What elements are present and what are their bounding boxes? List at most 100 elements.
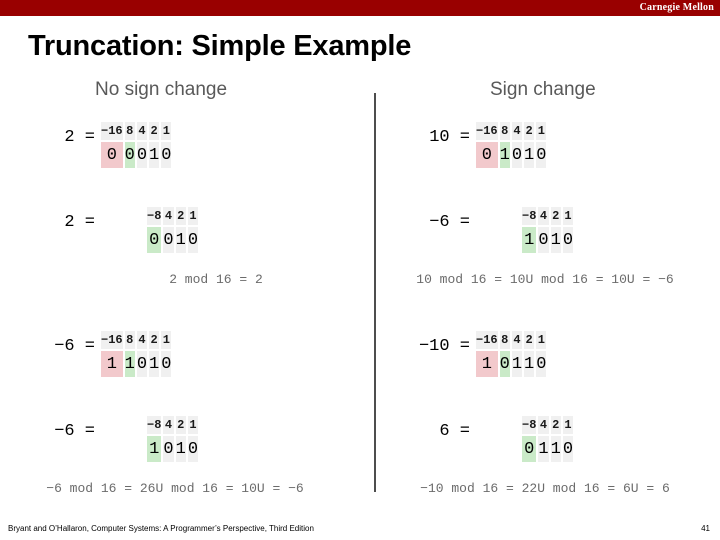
bit-table-wide: −16 8 4 2 1 1 1 0 1 0 [99, 329, 173, 379]
bit-cell: 0 [562, 227, 574, 253]
bit-table-narrow: −8 4 2 1 0 1 1 0 [520, 414, 575, 464]
column-heading-no-sign-change: No sign change [95, 79, 228, 100]
bit-cell: 1 [124, 351, 135, 377]
truncation-table-wide: −16 8 4 2 1 1 1 0 1 0 [99, 329, 173, 379]
bit-table-wide: −16 8 4 2 1 1 0 1 1 0 [474, 329, 548, 379]
weight-cell: 8 [499, 331, 510, 349]
truncation-table-wide: −16 8 4 2 1 1 0 1 1 0 [474, 329, 548, 379]
bit-cell: 1 [550, 227, 561, 253]
table-row-weights: −16 8 4 2 1 [476, 331, 547, 349]
bit-cell: 1 [175, 436, 186, 462]
weight-cell: 8 [499, 122, 510, 140]
bit-cell: 0 [522, 436, 537, 462]
table-row-weights: −8 4 2 1 [522, 416, 574, 434]
table-row-weights: −16 8 4 2 1 [476, 122, 547, 140]
weight-cell: 1 [161, 122, 172, 140]
bit-cell: 0 [187, 227, 199, 253]
bit-cell: 1 [476, 351, 498, 377]
weight-cell: 1 [562, 207, 574, 225]
table-row-weights: −16 8 4 2 1 [101, 122, 172, 140]
table-row-bits: 1 0 1 0 [522, 227, 574, 253]
bit-table-narrow: −8 4 2 1 1 0 1 0 [145, 414, 200, 464]
bit-cell: 1 [175, 227, 186, 253]
row-label-narrow: 2 = [64, 213, 95, 232]
bit-table-narrow: −8 4 2 1 0 0 1 0 [145, 205, 200, 255]
truncation-table-narrow: −8 4 2 1 1 0 1 0 [145, 414, 200, 464]
bit-cell: 1 [522, 227, 537, 253]
weight-cell: −16 [476, 331, 498, 349]
table-row-bits: 1 0 1 1 0 [476, 351, 547, 377]
weight-cell: 8 [124, 122, 135, 140]
weight-cell: 2 [550, 207, 561, 225]
bit-cell: 0 [562, 436, 574, 462]
bit-cell: 1 [149, 142, 160, 168]
row-label-wide: 10 = [429, 128, 470, 147]
bit-table-wide: −16 8 4 2 1 0 1 0 1 0 [474, 120, 548, 170]
bit-cell: 0 [101, 142, 123, 168]
mod-caption: −6 mod 16 = 26U mod 16 = 10U = −6 [46, 481, 304, 496]
table-row-weights: −8 4 2 1 [147, 416, 199, 434]
table-row-bits: 1 1 0 1 0 [101, 351, 172, 377]
truncation-table-narrow: −8 4 2 1 1 0 1 0 [520, 205, 575, 255]
footer-page-number: 41 [701, 524, 710, 533]
table-row-bits: 0 1 1 0 [522, 436, 574, 462]
bit-cell: 0 [187, 436, 199, 462]
bit-cell: 1 [524, 142, 535, 168]
weight-cell: 2 [524, 331, 535, 349]
weight-cell: −8 [522, 416, 537, 434]
bit-cell: 1 [524, 351, 535, 377]
bit-cell: 1 [511, 351, 523, 377]
weight-cell: 1 [562, 416, 574, 434]
weight-cell: −8 [522, 207, 537, 225]
mod-caption: 10 mod 16 = 10U mod 16 = 10U = −6 [416, 272, 674, 287]
bit-table-wide: −16 8 4 2 1 0 0 0 1 0 [99, 120, 173, 170]
weight-cell: −8 [147, 207, 162, 225]
weight-cell: 4 [163, 207, 174, 225]
bit-cell: 1 [101, 351, 123, 377]
weight-cell: 1 [187, 416, 199, 434]
table-row-bits: 1 0 1 0 [147, 436, 199, 462]
bit-cell: 1 [149, 351, 160, 377]
table-row-bits: 0 1 0 1 0 [476, 142, 547, 168]
bit-cell: 0 [538, 227, 549, 253]
bit-cell: 0 [536, 351, 547, 377]
bit-cell: 0 [499, 351, 510, 377]
weight-cell: 1 [536, 331, 547, 349]
row-label-narrow: −6 = [54, 422, 95, 441]
mod-caption: −10 mod 16 = 22U mod 16 = 6U = 6 [420, 481, 670, 496]
weight-cell: 2 [149, 331, 160, 349]
weight-cell: −8 [147, 416, 162, 434]
bit-cell: 0 [536, 142, 547, 168]
bit-cell: 0 [161, 142, 172, 168]
weight-cell: 4 [538, 207, 549, 225]
weight-cell: −16 [101, 122, 123, 140]
weight-cell: 4 [538, 416, 549, 434]
bit-table-narrow: −8 4 2 1 1 0 1 0 [520, 205, 575, 255]
weight-cell: 1 [536, 122, 547, 140]
table-row-weights: −16 8 4 2 1 [101, 331, 172, 349]
row-label-wide: −10 = [418, 337, 470, 356]
weight-cell: 2 [149, 122, 160, 140]
bit-cell: 1 [147, 436, 162, 462]
weight-cell: 1 [161, 331, 172, 349]
bit-cell: 0 [511, 142, 523, 168]
weight-cell: 4 [163, 416, 174, 434]
page-title: Truncation: Simple Example [28, 30, 412, 62]
weight-cell: 2 [175, 207, 186, 225]
mod-caption: 2 mod 16 = 2 [169, 272, 263, 287]
row-label-wide: −6 = [54, 337, 95, 356]
bit-cell: 1 [550, 436, 561, 462]
bit-cell: 0 [124, 142, 135, 168]
bit-cell: 0 [476, 142, 498, 168]
footer-citation: Bryant and O’Hallaron, Computer Systems:… [8, 524, 314, 533]
weight-cell: 2 [175, 416, 186, 434]
bit-cell: 1 [538, 436, 549, 462]
weight-cell: −16 [476, 122, 498, 140]
institution-label: Carnegie Mellon [639, 2, 714, 13]
table-row-weights: −8 4 2 1 [147, 207, 199, 225]
truncation-table-narrow: −8 4 2 1 0 1 1 0 [520, 414, 575, 464]
truncation-table-wide: −16 8 4 2 1 0 0 0 1 0 [99, 120, 173, 170]
weight-cell: 4 [136, 331, 148, 349]
weight-cell: 2 [524, 122, 535, 140]
bit-cell: 0 [147, 227, 162, 253]
